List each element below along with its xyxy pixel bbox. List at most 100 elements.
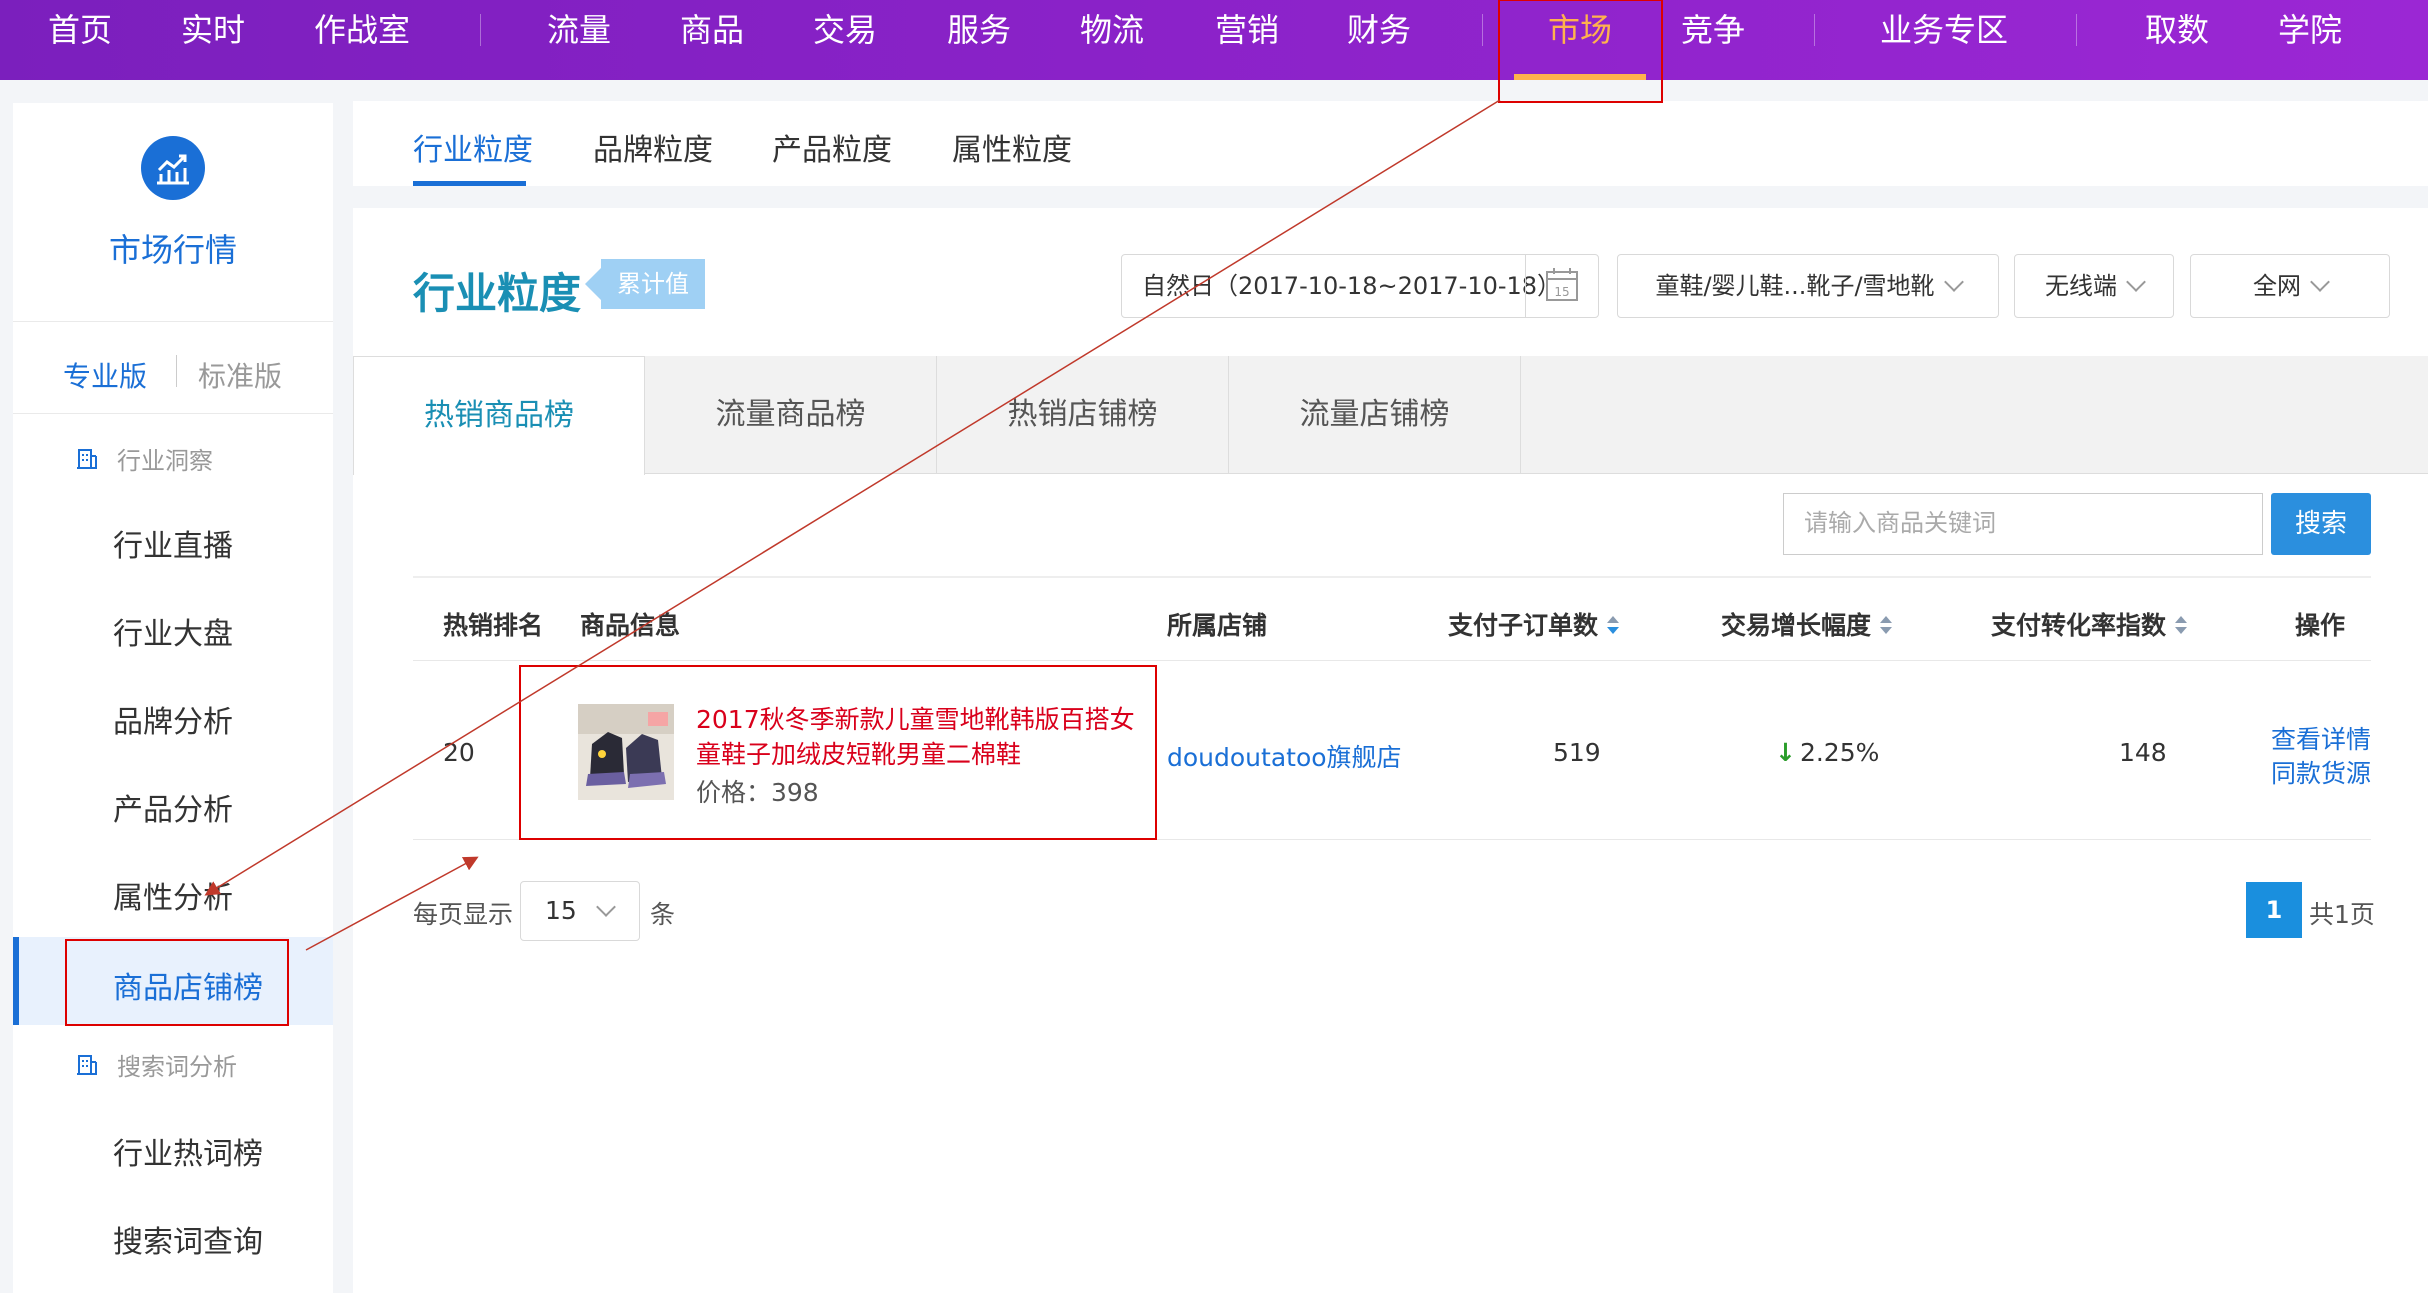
header-growth-label: 交易增长幅度: [1721, 611, 1872, 640]
header-actions: 操作: [2295, 611, 2346, 640]
date-range-picker[interactable]: 自然日（2017-10-18~2017-10-18） 15: [1121, 254, 1599, 318]
nav-marketing[interactable]: 营销: [1215, 0, 1279, 60]
calendar-icon[interactable]: 15: [1525, 255, 1598, 317]
chevron-down-icon: [2126, 272, 2146, 292]
header-shop: 所属店铺: [1167, 611, 1268, 640]
nav-realtime[interactable]: 实时: [181, 0, 245, 60]
nav-separator: [2076, 14, 2077, 46]
page-title: 行业粒度: [413, 269, 582, 318]
nav-service[interactable]: 服务: [947, 0, 1011, 60]
tab-traffic-goods[interactable]: 流量商品榜: [645, 356, 937, 474]
tab-industry-granularity[interactable]: 行业粒度: [413, 125, 533, 169]
per-page-unit: 条: [650, 900, 676, 929]
tab-hot-goods[interactable]: 热销商品榜: [353, 356, 645, 475]
sidebar-group-label: 搜索词分析: [117, 1053, 237, 1081]
sidebar: 市场行情 专业版 标准版 行业洞察 行业直播 行业大盘 品牌分析 产品分析 属性…: [13, 103, 333, 1293]
header-orders[interactable]: 支付子订单数: [1448, 606, 1620, 642]
nav-traffic[interactable]: 流量: [547, 0, 611, 60]
per-page-value: 15: [545, 896, 577, 925]
arrow-down-icon: ↓: [1775, 738, 1796, 767]
building-icon: [75, 1053, 99, 1083]
nav-data-fetch[interactable]: 取数: [2145, 0, 2209, 60]
tab-active-underline: [413, 181, 526, 186]
nav-active-underline: [1514, 74, 1646, 80]
table-row-divider: [413, 839, 2371, 840]
cell-orders: 519: [1553, 738, 1601, 767]
edition-separator: [176, 355, 177, 387]
sidebar-group-industry-insight: 行业洞察: [75, 441, 213, 477]
sort-icon[interactable]: [1879, 613, 1893, 642]
sidebar-divider: [13, 321, 333, 322]
nav-separator: [1814, 14, 1815, 46]
chevron-down-icon: [2310, 272, 2330, 292]
nav-finance[interactable]: 财务: [1347, 0, 1411, 60]
shop-link[interactable]: doudoutatoo旗舰店: [1167, 738, 1402, 774]
chevron-down-icon: [1943, 272, 1964, 292]
per-page-select[interactable]: 15: [520, 881, 640, 941]
sidebar-item-attribute-analysis[interactable]: 属性分析: [113, 873, 233, 917]
tab-product-granularity[interactable]: 产品粒度: [772, 125, 892, 169]
search-button[interactable]: 搜索: [2271, 493, 2371, 555]
device-select[interactable]: 无线端: [2014, 254, 2174, 318]
nav-war-room[interactable]: 作战室: [314, 0, 410, 60]
tab-attribute-granularity[interactable]: 属性粒度: [952, 125, 1072, 169]
nav-competition[interactable]: 竞争: [1681, 0, 1745, 60]
edition-standard-tab[interactable]: 标准版: [198, 355, 282, 395]
cumulative-badge: 累计值: [585, 259, 705, 309]
nav-logistics[interactable]: 物流: [1080, 0, 1144, 60]
sidebar-item-brand-analysis[interactable]: 品牌分析: [113, 697, 233, 741]
header-orders-label: 支付子订单数: [1448, 611, 1599, 640]
sidebar-divider: [13, 413, 333, 414]
sidebar-item-industry-overview[interactable]: 行业大盘: [113, 609, 233, 653]
product-thumbnail[interactable]: [578, 704, 674, 800]
top-navigation-bar: 首页 实时 作战室 流量 商品 交易 服务 物流 营销 财务 市场 竞争 业务专…: [0, 0, 2428, 80]
search-input[interactable]: [1783, 493, 2263, 555]
sidebar-item-hot-words[interactable]: 行业热词榜: [113, 1129, 263, 1173]
sidebar-group-search-term: 搜索词分析: [75, 1047, 237, 1083]
sidebar-item-goods-shop-rank[interactable]: 商品店铺榜: [113, 963, 263, 1007]
view-details-link[interactable]: 查看详情: [2271, 720, 2371, 756]
nav-home[interactable]: 首页: [48, 0, 112, 60]
cell-rank: 20: [443, 738, 475, 767]
header-product-info: 商品信息: [580, 611, 681, 640]
product-price: 价格：398: [696, 778, 819, 807]
cell-conversion-index: 148: [2119, 738, 2167, 767]
table-top-border: [413, 576, 2371, 578]
nav-trade[interactable]: 交易: [813, 0, 877, 60]
nav-goods[interactable]: 商品: [680, 0, 744, 60]
rank-tabs: 热销商品榜 流量商品榜 热销店铺榜 流量店铺榜: [353, 356, 2428, 475]
edition-pro-tab[interactable]: 专业版: [63, 355, 147, 395]
sidebar-item-industry-live[interactable]: 行业直播: [113, 521, 233, 565]
page-button-current[interactable]: 1: [2246, 882, 2302, 938]
tab-brand-granularity[interactable]: 品牌粒度: [593, 125, 713, 169]
device-value: 无线端: [2045, 272, 2117, 300]
per-page-label: 每页显示: [413, 900, 514, 929]
calendar-day-label: 15: [1554, 285, 1569, 299]
tab-traffic-shops[interactable]: 流量店铺榜: [1229, 356, 1521, 474]
product-title-link[interactable]: 2017秋冬季新款儿童雪地靴韩版百搭女童鞋子加绒皮短靴男童二棉鞋: [696, 702, 1141, 772]
header-conversion-index[interactable]: 支付转化率指数: [1991, 606, 2188, 642]
date-range-value: 自然日（2017-10-18~2017-10-18）: [1142, 272, 1562, 300]
sidebar-item-search-query[interactable]: 搜索词查询: [113, 1217, 263, 1261]
granularity-tabs: 行业粒度 品牌粒度 产品粒度 属性粒度: [353, 101, 2428, 186]
category-select[interactable]: 童鞋/婴儿鞋...靴子/雪地靴: [1617, 254, 1999, 318]
sort-icon[interactable]: [2174, 613, 2188, 642]
nav-academy[interactable]: 学院: [2278, 0, 2342, 60]
tab-hot-shops[interactable]: 热销店铺榜: [937, 356, 1229, 474]
nav-market[interactable]: 市场: [1548, 0, 1612, 60]
scope-select[interactable]: 全网: [2190, 254, 2390, 318]
same-source-link[interactable]: 同款货源: [2271, 754, 2371, 790]
sidebar-title: 市场行情: [108, 231, 237, 269]
nav-separator: [480, 14, 481, 46]
sort-icon[interactable]: [1606, 613, 1620, 642]
main-panel: 行业粒度 累计值 自然日（2017-10-18~2017-10-18） 15 童…: [353, 208, 2428, 1293]
growth-value: 2.25%: [1799, 738, 1880, 767]
page-total: 共1页: [2309, 900, 2375, 929]
sidebar-group-label: 行业洞察: [117, 447, 213, 475]
building-icon: [75, 447, 99, 477]
header-conversion-label: 支付转化率指数: [1991, 611, 2167, 640]
header-growth[interactable]: 交易增长幅度: [1721, 606, 1893, 642]
sidebar-item-product-analysis[interactable]: 产品分析: [113, 785, 233, 829]
header-rank: 热销排名: [443, 611, 544, 640]
nav-business-zone[interactable]: 业务专区: [1880, 0, 2008, 60]
